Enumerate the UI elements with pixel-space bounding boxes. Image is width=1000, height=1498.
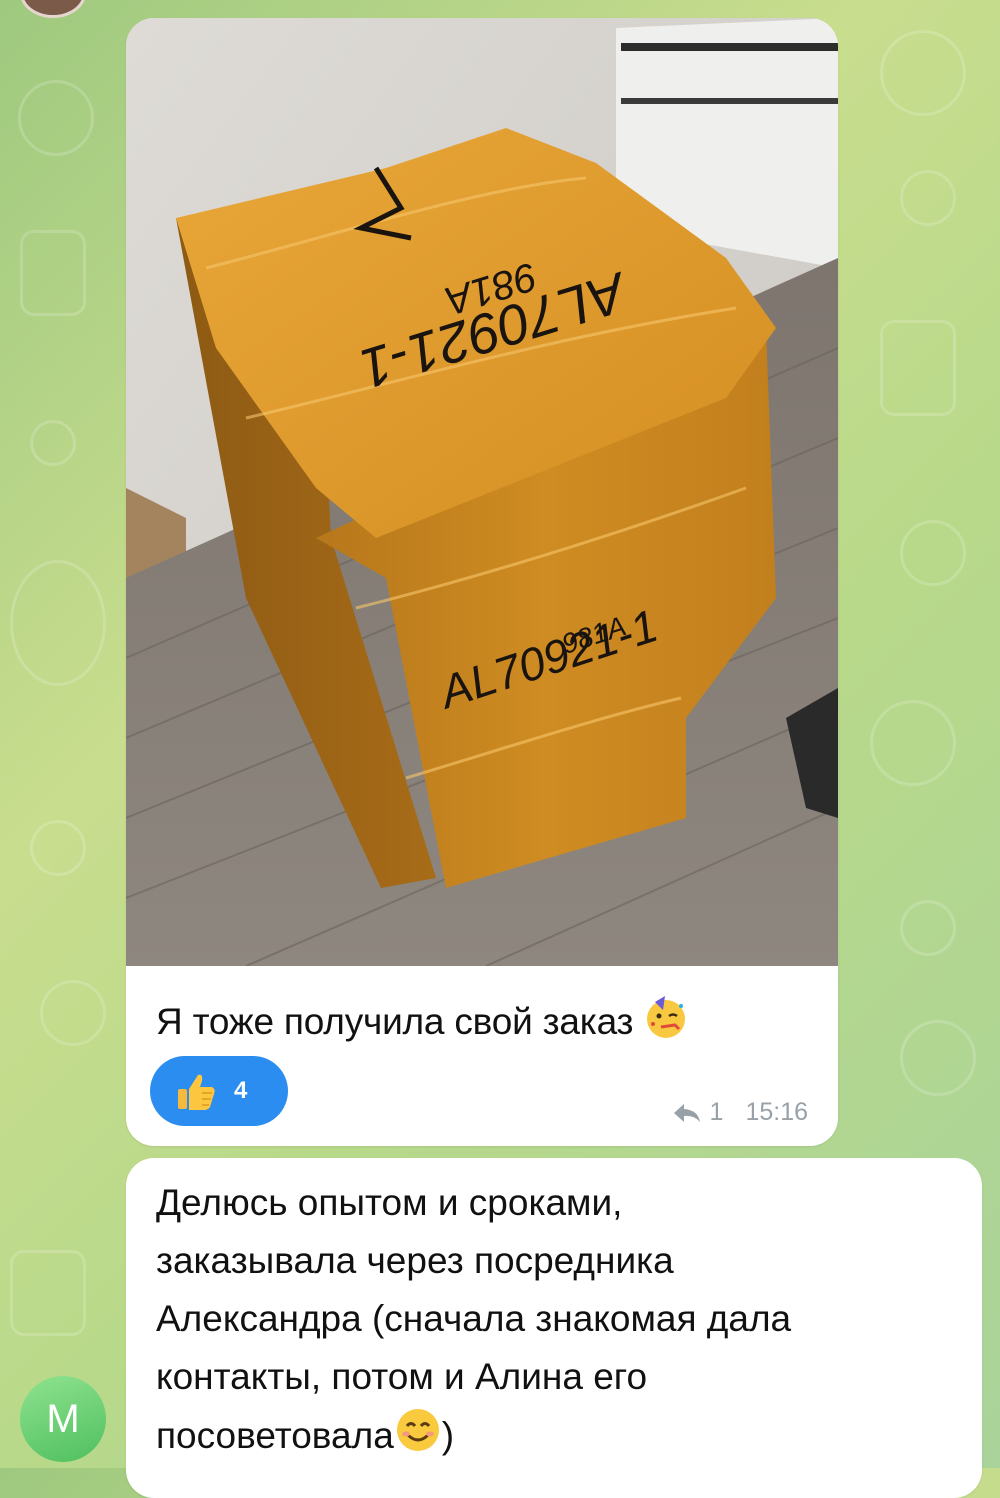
- photo-caption: Я тоже получила свой заказ: [156, 994, 689, 1049]
- caption-text: Я тоже получила свой заказ: [156, 1001, 634, 1042]
- message-line: Александра (сначала знакомая дала: [156, 1298, 792, 1339]
- message-text: Делюсь опытом и сроками, заказывала чере…: [156, 1174, 956, 1471]
- reply-icon[interactable]: [672, 1102, 702, 1124]
- text-message-bubble[interactable]: Делюсь опытом и сроками, заказывала чере…: [126, 1158, 982, 1498]
- package-photo[interactable]: AL70921-1 981A AL70921-1 981A: [126, 18, 838, 966]
- partying-face-emoji: [643, 994, 689, 1049]
- reaction-count: 4: [234, 1077, 248, 1104]
- message-meta: 1 15:16: [672, 1098, 808, 1127]
- thumbs-up-emoji: [172, 1067, 220, 1115]
- message-line: заказывала через посредника: [156, 1240, 674, 1281]
- message-line: Делюсь опытом и сроками,: [156, 1182, 623, 1223]
- photo-message-bubble[interactable]: AL70921-1 981A AL70921-1 981A Я тоже пол…: [126, 18, 838, 1146]
- reply-count[interactable]: 1: [710, 1098, 724, 1127]
- avatar-initial: М: [46, 1396, 80, 1441]
- package-photo-drawing: AL70921-1 981A AL70921-1 981A: [126, 18, 838, 966]
- message-line-end: ): [441, 1415, 455, 1456]
- message-line-text: посоветовала: [156, 1415, 394, 1456]
- reaction-thumbs-up[interactable]: 4: [150, 1056, 288, 1126]
- message-line-last: посоветовала): [156, 1406, 956, 1471]
- sender-avatar[interactable]: М: [20, 1376, 106, 1462]
- message-time: 15:16: [745, 1098, 808, 1126]
- message-line: контакты, потом и Алина его: [156, 1356, 648, 1397]
- smiling-face-emoji: [394, 1406, 442, 1471]
